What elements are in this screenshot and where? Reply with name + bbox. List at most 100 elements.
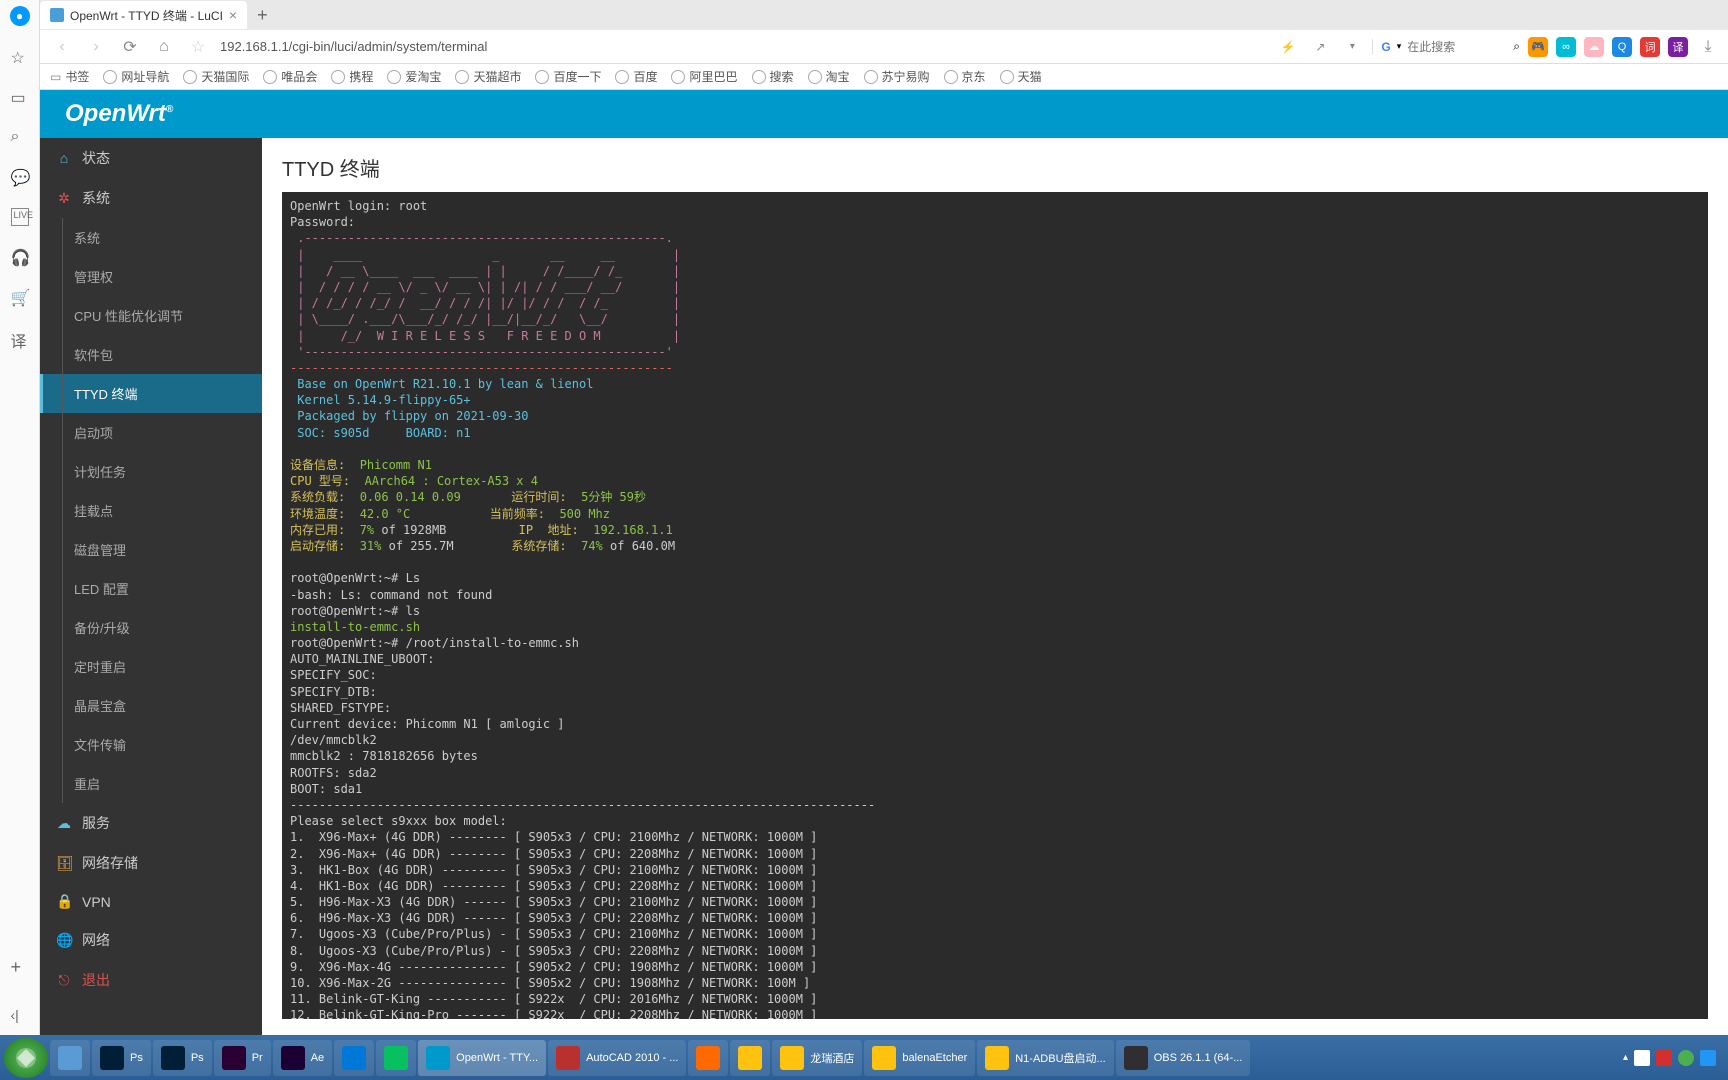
- sidebar-subitem[interactable]: 文件传输: [40, 725, 262, 764]
- ext-icon-4[interactable]: Q: [1612, 37, 1632, 57]
- search-icon[interactable]: ⌕: [11, 128, 29, 146]
- bookmark-item[interactable]: 天猫: [1000, 68, 1042, 85]
- taskbar-item[interactable]: [50, 1040, 90, 1076]
- sidebar-subitem[interactable]: 系统: [40, 218, 262, 257]
- taskbar-item[interactable]: AutoCAD 2010 - ...: [548, 1040, 686, 1076]
- app-logo[interactable]: OpenWrt®: [65, 100, 173, 128]
- sidebar-item-status[interactable]: ⌂ 状态: [40, 138, 262, 178]
- tray-icon[interactable]: [1678, 1050, 1694, 1066]
- bookmark-item[interactable]: 网址导航: [103, 68, 169, 85]
- ext-icon-5[interactable]: 词: [1640, 37, 1660, 57]
- live-icon[interactable]: LIVE: [11, 208, 29, 226]
- taskbar-item[interactable]: OBS 26.1.1 (64-...: [1116, 1040, 1251, 1076]
- sidebar-item-vpn[interactable]: 🔒 VPN: [40, 883, 262, 920]
- taskbar-item[interactable]: Ae: [273, 1040, 332, 1076]
- share-icon[interactable]: ↗: [1308, 35, 1332, 59]
- taskbar-item[interactable]: Pr: [214, 1040, 271, 1076]
- taskbar-item[interactable]: OpenWrt - TTY...: [418, 1040, 546, 1076]
- new-tab-button[interactable]: +: [257, 5, 268, 26]
- sidebar-item-services[interactable]: ☁ 服务: [40, 803, 262, 843]
- taskbar: PsPsPrAeOpenWrt - TTY...AutoCAD 2010 - .…: [0, 1035, 1728, 1080]
- taskbar-item[interactable]: [730, 1040, 770, 1076]
- browser-chrome: OpenWrt - TTYD 终端 - LuCI × + ‹ › ⟳ ⌂ ☆ 1…: [0, 0, 1728, 90]
- bookmark-item[interactable]: 阿里巴巴: [671, 68, 737, 85]
- bookmark-item[interactable]: 京东: [944, 68, 986, 85]
- sidebar-subitem[interactable]: 重启: [40, 764, 262, 803]
- download-icon[interactable]: ⤓: [1696, 35, 1720, 59]
- sidebar-subitem[interactable]: 计划任务: [40, 452, 262, 491]
- bookmark-item[interactable]: 唯品会: [263, 68, 317, 85]
- add-icon[interactable]: +: [11, 957, 29, 975]
- home-button[interactable]: ⌂: [152, 35, 176, 59]
- cart-icon[interactable]: 🛒: [11, 288, 29, 306]
- sidebar-subitem[interactable]: 启动项: [40, 413, 262, 452]
- sidebar-item-network[interactable]: 🌐 网络: [40, 920, 262, 960]
- sidebar-subitem[interactable]: 软件包: [40, 335, 262, 374]
- chat-icon[interactable]: 💬: [11, 168, 29, 186]
- ext-icon-3[interactable]: ☁: [1584, 37, 1604, 57]
- bookmark-item[interactable]: 搜索: [752, 68, 794, 85]
- bookmark-item[interactable]: 携程: [331, 68, 373, 85]
- forward-button[interactable]: ›: [84, 35, 108, 59]
- sidebar-subitem[interactable]: CPU 性能优化调节: [40, 296, 262, 335]
- taskbar-item[interactable]: [376, 1040, 416, 1076]
- tray-icon[interactable]: [1634, 1050, 1650, 1066]
- taskbar-item[interactable]: Ps: [92, 1040, 151, 1076]
- bookmark-item[interactable]: 百度一下: [535, 68, 601, 85]
- back-button[interactable]: ‹: [50, 35, 74, 59]
- sidebar-item-system[interactable]: ✲ 系统: [40, 178, 262, 218]
- sidebar-item-nas[interactable]: 🗄 网络存储: [40, 843, 262, 883]
- chevron-down-icon[interactable]: ▾: [1340, 35, 1364, 59]
- taskbar-item[interactable]: [334, 1040, 374, 1076]
- sidebar-item-logout[interactable]: ⎋ 退出: [40, 960, 262, 1000]
- tray-expand-icon[interactable]: ▴: [1623, 1052, 1628, 1063]
- bookmark-star-icon[interactable]: ☆: [186, 35, 210, 59]
- browser-logo-icon[interactable]: ●: [10, 6, 30, 26]
- reload-button[interactable]: ⟳: [118, 35, 142, 59]
- tray-icon[interactable]: [1656, 1050, 1672, 1066]
- bookmark-item[interactable]: 苏宁易购: [864, 68, 930, 85]
- bookmark-item[interactable]: 爱淘宝: [387, 68, 441, 85]
- sidebar-label: 系统: [82, 188, 110, 208]
- system-tray[interactable]: ▴: [1623, 1050, 1724, 1066]
- start-button[interactable]: [4, 1038, 48, 1078]
- star-icon[interactable]: ☆: [11, 48, 29, 66]
- translate-icon[interactable]: 译: [11, 328, 29, 346]
- bookmark-item[interactable]: 天猫国际: [183, 68, 249, 85]
- close-icon[interactable]: ×: [229, 7, 237, 23]
- sidebar-subitem[interactable]: 挂载点: [40, 491, 262, 530]
- bookmark-item[interactable]: 百度: [615, 68, 657, 85]
- taskbar-item[interactable]: balenaEtcher: [864, 1040, 975, 1076]
- collapse-icon[interactable]: ‹|: [11, 1007, 29, 1025]
- search-engine-icon[interactable]: G: [1381, 40, 1390, 54]
- browser-tab[interactable]: OpenWrt - TTYD 终端 - LuCI ×: [40, 1, 247, 29]
- windows-icon: [14, 1046, 38, 1070]
- taskbar-item[interactable]: N1-ADBU盘启动...: [977, 1040, 1113, 1076]
- taskbar-item[interactable]: Ps: [153, 1040, 212, 1076]
- terminal[interactable]: OpenWrt login: root Password: .---------…: [282, 192, 1708, 1019]
- url-field[interactable]: 192.168.1.1/cgi-bin/luci/admin/system/te…: [220, 39, 487, 54]
- sidebar-subitem[interactable]: 晶晨宝盒: [40, 686, 262, 725]
- bookmark-item[interactable]: ▭ 书签: [50, 68, 89, 85]
- taskbar-item[interactable]: [688, 1040, 728, 1076]
- content-area: TTYD 终端 OpenWrt login: root Password: .-…: [262, 138, 1728, 1035]
- sidebar-subitem[interactable]: 定时重启: [40, 647, 262, 686]
- sidebar-subitem[interactable]: 备份/升级: [40, 608, 262, 647]
- bookmark-item[interactable]: 淘宝: [808, 68, 850, 85]
- flash-icon[interactable]: ⚡: [1276, 35, 1300, 59]
- tray-icon[interactable]: [1700, 1050, 1716, 1066]
- search-input[interactable]: [1407, 40, 1507, 54]
- bookmark-item[interactable]: 天猫超市: [455, 68, 521, 85]
- sidebar-subitem[interactable]: 磁盘管理: [40, 530, 262, 569]
- book-icon[interactable]: ▭: [11, 88, 29, 106]
- sidebar-subitem[interactable]: LED 配置: [40, 569, 262, 608]
- search-box[interactable]: G ▾ ⌕: [1372, 39, 1520, 54]
- search-submit-icon[interactable]: ⌕: [1513, 39, 1520, 54]
- sidebar-subitem[interactable]: TTYD 终端: [40, 374, 262, 413]
- ext-icon-6[interactable]: 译: [1668, 37, 1688, 57]
- ext-icon-2[interactable]: ∞: [1556, 37, 1576, 57]
- sidebar-subitem[interactable]: 管理权: [40, 257, 262, 296]
- taskbar-item[interactable]: 龙瑞酒店: [772, 1040, 862, 1076]
- headphone-icon[interactable]: 🎧: [11, 248, 29, 266]
- ext-icon-1[interactable]: 🎮: [1528, 37, 1548, 57]
